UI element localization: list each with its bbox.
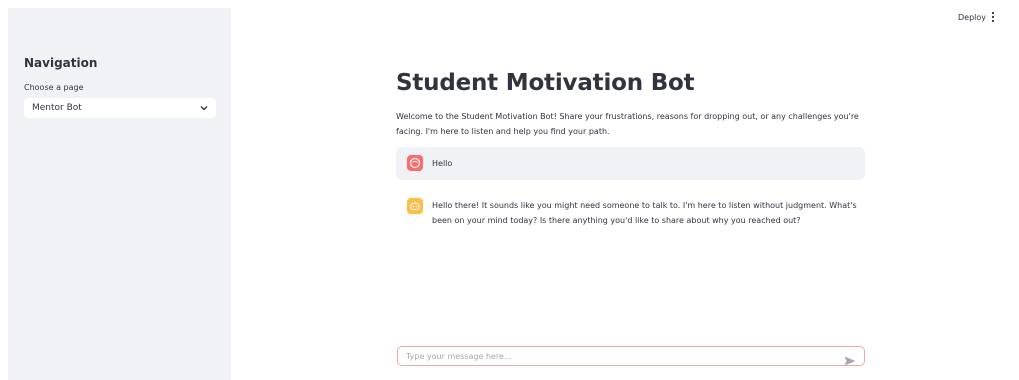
user-face-icon: [407, 155, 423, 171]
chat-input-box[interactable]: [397, 346, 865, 366]
page-select[interactable]: Mentor Bot: [24, 98, 216, 118]
chat-input[interactable]: [406, 349, 826, 363]
bot-icon: [407, 198, 423, 214]
deploy-button[interactable]: Deploy: [958, 13, 986, 22]
chat-message-assistant: Hello there! It sounds like you might ne…: [396, 197, 865, 257]
send-arrow-icon[interactable]: [844, 351, 856, 366]
intro-text: Welcome to the Student Motivation Bot! S…: [396, 112, 859, 136]
chat-message-user: Hello: [396, 147, 865, 180]
vertical-ellipsis-icon[interactable]: [988, 10, 998, 24]
page-select-label: Choose a page: [24, 83, 84, 92]
page-select-value: Mentor Bot: [32, 103, 82, 113]
sidebar-title: Navigation: [24, 56, 98, 70]
chevron-down-icon: [200, 98, 208, 126]
sidebar: Navigation Choose a page Mentor Bot: [8, 8, 231, 380]
assistant-message-text: Hello there! It sounds like you might ne…: [432, 201, 857, 225]
user-message-text: Hello: [432, 159, 453, 168]
page-title: Student Motivation Bot: [396, 70, 695, 96]
